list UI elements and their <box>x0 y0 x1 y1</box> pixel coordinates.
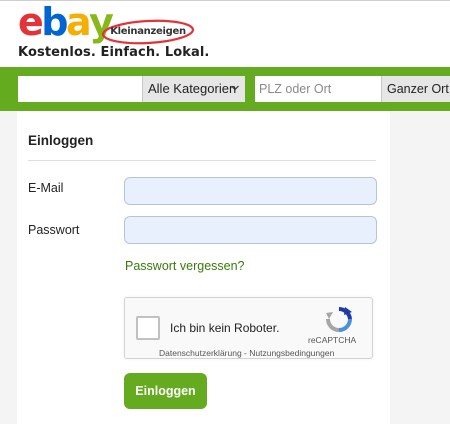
recaptcha-brand: reCAPTCHA <box>308 335 357 345</box>
recaptcha-widget: Ich bin kein Roboter. reCAPTCHA Datensch… <box>124 297 373 359</box>
logo-letter-b: b <box>41 0 68 44</box>
email-field[interactable] <box>124 177 377 205</box>
site-logo[interactable]: ebay Kleinanzeigen <box>18 3 208 49</box>
ebay-wordmark: ebay <box>18 0 114 44</box>
kleinanzeigen-badge: Kleinanzeigen <box>101 19 195 45</box>
password-field[interactable] <box>124 216 377 244</box>
forgot-password-link[interactable]: Passwort vergessen? <box>125 259 245 273</box>
search-input[interactable] <box>18 76 142 102</box>
privacy-link[interactable]: Datenschutzerklärung <box>159 348 242 358</box>
terms-link[interactable]: Nutzungsbedingungen <box>249 348 334 358</box>
category-select[interactable]: Alle Kategorien <box>142 76 245 102</box>
logo-letter-e: e <box>18 0 44 44</box>
site-header: ebay Kleinanzeigen Kostenlos. Einfach. L… <box>0 1 450 67</box>
recaptcha-checkbox[interactable] <box>136 316 160 340</box>
recaptcha-label: Ich bin kein Roboter. <box>170 321 280 335</box>
search-bar: Alle Kategorien PLZ oder Ort Ganzer Ort <box>0 67 450 111</box>
recaptcha-links: Datenschutzerklärung - Nutzungsbedingung… <box>159 348 334 358</box>
password-label: Passwort <box>28 223 80 237</box>
kleinanzeigen-text: Kleinanzeigen <box>110 26 186 37</box>
tagline: Kostenlos. Einfach. Lokal. <box>18 45 210 60</box>
title-divider <box>28 160 376 161</box>
radius-select[interactable]: Ganzer Ort <box>381 76 450 102</box>
chevron-down-icon <box>231 85 239 91</box>
login-title: Einloggen <box>28 133 94 148</box>
logo-letter-a: a <box>65 0 92 44</box>
location-input[interactable]: PLZ oder Ort <box>255 76 381 102</box>
recaptcha-logo-icon <box>326 306 352 332</box>
category-selected-value: Alle Kategorien <box>148 81 237 96</box>
login-card: Einloggen E-Mail Passwort Passwort verge… <box>17 111 390 424</box>
login-button[interactable]: Einloggen <box>124 373 207 409</box>
email-label: E-Mail <box>28 181 64 195</box>
